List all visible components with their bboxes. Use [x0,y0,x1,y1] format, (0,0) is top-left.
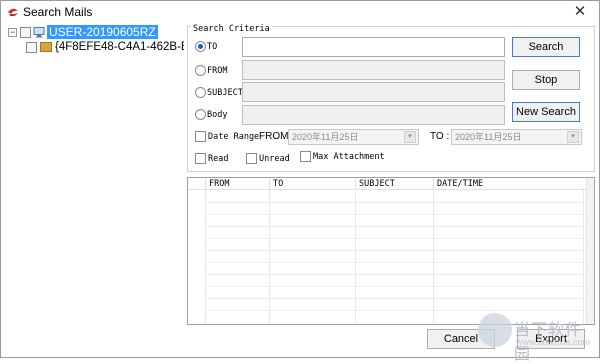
tree-root-node[interactable]: − USER-20190605RZ [8,25,158,39]
results-grid[interactable]: FROM TO SUBJECT DATE/TIME [187,177,595,325]
date-range-label: Date Range [208,132,260,142]
subject-label: SUBJECT [207,88,243,98]
tree-checkbox[interactable] [26,41,37,53]
watermark: 当下软件园 www.downxia.com [478,313,596,363]
read-label: Read [208,154,229,164]
grid-row-line [205,214,588,215]
column-header-datetime[interactable]: DATE/TIME [433,178,583,190]
search-button[interactable]: Search [512,37,580,57]
results-scrollbar[interactable] [586,178,594,324]
max-attachment-checkbox[interactable] [300,151,311,162]
tree-child-node[interactable]: {4F8EFE48-C4A1-462B-B0 [26,40,184,54]
grid-divider [355,190,356,324]
mailbox-tree: − USER-20190605RZ {4F8EFE48-C4A1-462B-B0 [4,23,184,353]
date-to-label: TO : [430,131,450,142]
grid-row-line [205,250,588,251]
search-criteria-legend: Search Criteria [191,24,272,34]
close-button[interactable]: ✕ [567,3,593,21]
stop-button[interactable]: Stop [512,70,580,90]
grid-row-line [205,202,588,203]
tree-child-label[interactable]: {4F8EFE48-C4A1-462B-B0 [55,41,184,53]
from-label: FROM [207,66,228,76]
folder-icon [40,42,52,52]
grid-divider [269,190,270,324]
grid-divider [433,190,434,324]
app-logo-icon [8,8,18,17]
max-attachment-label: Max Attachment [313,152,385,162]
from-radio[interactable] [195,65,206,76]
column-header-from[interactable]: FROM [205,178,269,190]
new-search-button[interactable]: New Search [512,102,580,122]
subject-radio[interactable] [195,87,206,98]
date-from-picker[interactable]: 2020年11月25日 ▾ [288,129,419,145]
column-header-to[interactable]: TO [269,178,355,190]
date-to-value: 2020年11月25日 [455,132,522,142]
unread-checkbox[interactable] [246,153,257,164]
grid-divider [583,190,584,324]
grid-row-line [205,298,588,299]
to-radio[interactable] [195,41,206,52]
to-input[interactable] [242,37,505,57]
to-label: TO [207,42,218,52]
grid-row-line [205,262,588,263]
body-input[interactable] [242,105,505,125]
title-bar: Search Mails ✕ [1,1,599,23]
tree-checkbox[interactable] [20,26,31,38]
date-from-value: 2020年11月25日 [292,132,359,142]
grid-row-line [205,310,588,311]
window-title: Search Mails [23,5,93,19]
grid-row-line [205,274,588,275]
watermark-logo-icon [478,313,512,347]
collapse-icon[interactable]: − [8,27,17,37]
tree-root-label[interactable]: USER-20190605RZ [47,25,158,39]
grid-row-line [205,286,588,287]
date-to-picker[interactable]: 2020年11月25日 ▾ [451,129,582,145]
watermark-url: www.downxia.com [516,337,591,347]
results-header: FROM TO SUBJECT DATE/TIME [188,178,594,190]
unread-label: Unread [259,154,290,164]
grid-row-line [205,226,588,227]
body-radio[interactable] [195,109,206,120]
calendar-dropdown-icon[interactable]: ▾ [567,131,579,143]
search-mails-window: Search Mails ✕ − USER-20190605RZ {4F8EFE… [0,0,600,363]
grid-divider [205,190,206,324]
from-input[interactable] [242,60,505,80]
column-header-subject[interactable]: SUBJECT [355,178,433,190]
grid-row-line [205,238,588,239]
subject-input[interactable] [242,82,505,102]
body-label: Body [207,110,228,120]
read-checkbox[interactable] [195,153,206,164]
date-range-checkbox[interactable] [195,131,206,142]
computer-icon [33,26,45,37]
calendar-dropdown-icon[interactable]: ▾ [404,131,416,143]
